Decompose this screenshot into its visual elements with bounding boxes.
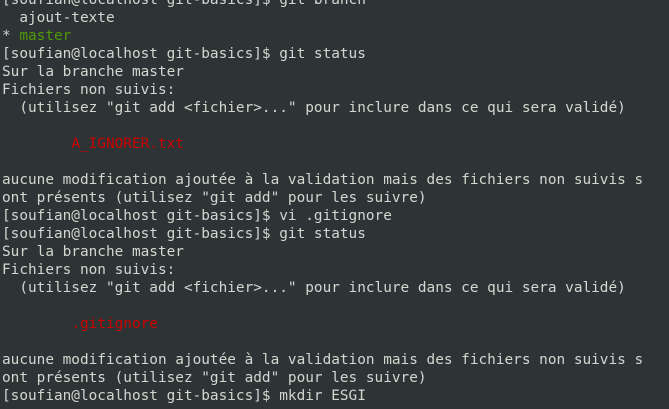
terminal-line-text: ont présents (utilisez "git add" pour le… bbox=[2, 190, 427, 206]
terminal-window[interactable]: [soufian@localhost git-basics]$ git bran… bbox=[0, 0, 669, 409]
terminal-line-text: Fichiers non suivis: bbox=[2, 262, 176, 278]
terminal-line-text: ajout-texte bbox=[19, 10, 115, 26]
terminal-line: A_IGNORER.txt bbox=[2, 135, 643, 153]
terminal-output: [soufian@localhost git-basics]$ git bran… bbox=[2, 0, 643, 405]
terminal-line-text: Sur la branche master bbox=[2, 244, 184, 260]
terminal-line: Fichiers non suivis: bbox=[2, 81, 643, 99]
terminal-line-text: [soufian@localhost git-basics]$ git stat… bbox=[2, 226, 366, 242]
terminal-line: [soufian@localhost git-basics]$ vi .giti… bbox=[2, 207, 643, 225]
terminal-line: * master bbox=[2, 27, 643, 45]
terminal-line-text: [soufian@localhost git-basics]$ vi .giti… bbox=[2, 208, 392, 224]
terminal-line-text: A_IGNORER.txt bbox=[71, 136, 184, 152]
terminal-line: [soufian@localhost git-basics]$ git bran… bbox=[2, 0, 643, 9]
terminal-line-text: [soufian@localhost git-basics]$ git stat… bbox=[2, 46, 366, 62]
terminal-line: ajout-texte bbox=[2, 9, 643, 27]
terminal-line: Fichiers non suivis: bbox=[2, 261, 643, 279]
terminal-line: [soufian@localhost git-basics]$ mkdir ES… bbox=[2, 387, 643, 405]
terminal-line: (utilisez "git add <fichier>..." pour in… bbox=[2, 99, 643, 117]
terminal-line: ont présents (utilisez "git add" pour le… bbox=[2, 189, 643, 207]
terminal-line-text: aucune modification ajoutée à la validat… bbox=[2, 352, 644, 368]
current-branch-name: master bbox=[19, 28, 72, 44]
terminal-line-text: [soufian@localhost git-basics]$ git bran… bbox=[2, 0, 366, 8]
terminal-line-text: (utilisez "git add <fichier>..." pour in… bbox=[19, 280, 626, 296]
terminal-line: [soufian@localhost git-basics]$ git stat… bbox=[2, 45, 643, 63]
terminal-line-text: [soufian@localhost git-basics]$ mkdir ES… bbox=[2, 388, 366, 404]
terminal-line-text: Fichiers non suivis: bbox=[2, 82, 176, 98]
terminal-line-text: ont présents (utilisez "git add" pour le… bbox=[2, 370, 427, 386]
terminal-line: ont présents (utilisez "git add" pour le… bbox=[2, 369, 643, 387]
terminal-line: .gitignore bbox=[2, 315, 643, 333]
terminal-line-text: (utilisez "git add <fichier>..." pour in… bbox=[19, 100, 626, 116]
terminal-line-text: Sur la branche master bbox=[2, 64, 184, 80]
terminal-line: Sur la branche master bbox=[2, 243, 643, 261]
terminal-line-text: aucune modification ajoutée à la validat… bbox=[2, 172, 644, 188]
terminal-line-text: * bbox=[2, 28, 20, 44]
terminal-line: aucune modification ajoutée à la validat… bbox=[2, 171, 643, 189]
terminal-line: aucune modification ajoutée à la validat… bbox=[2, 351, 643, 369]
terminal-line-text: .gitignore bbox=[71, 316, 158, 332]
terminal-line: [soufian@localhost git-basics]$ git stat… bbox=[2, 225, 643, 243]
terminal-line: (utilisez "git add <fichier>..." pour in… bbox=[2, 279, 643, 297]
terminal-line: Sur la branche master bbox=[2, 63, 643, 81]
